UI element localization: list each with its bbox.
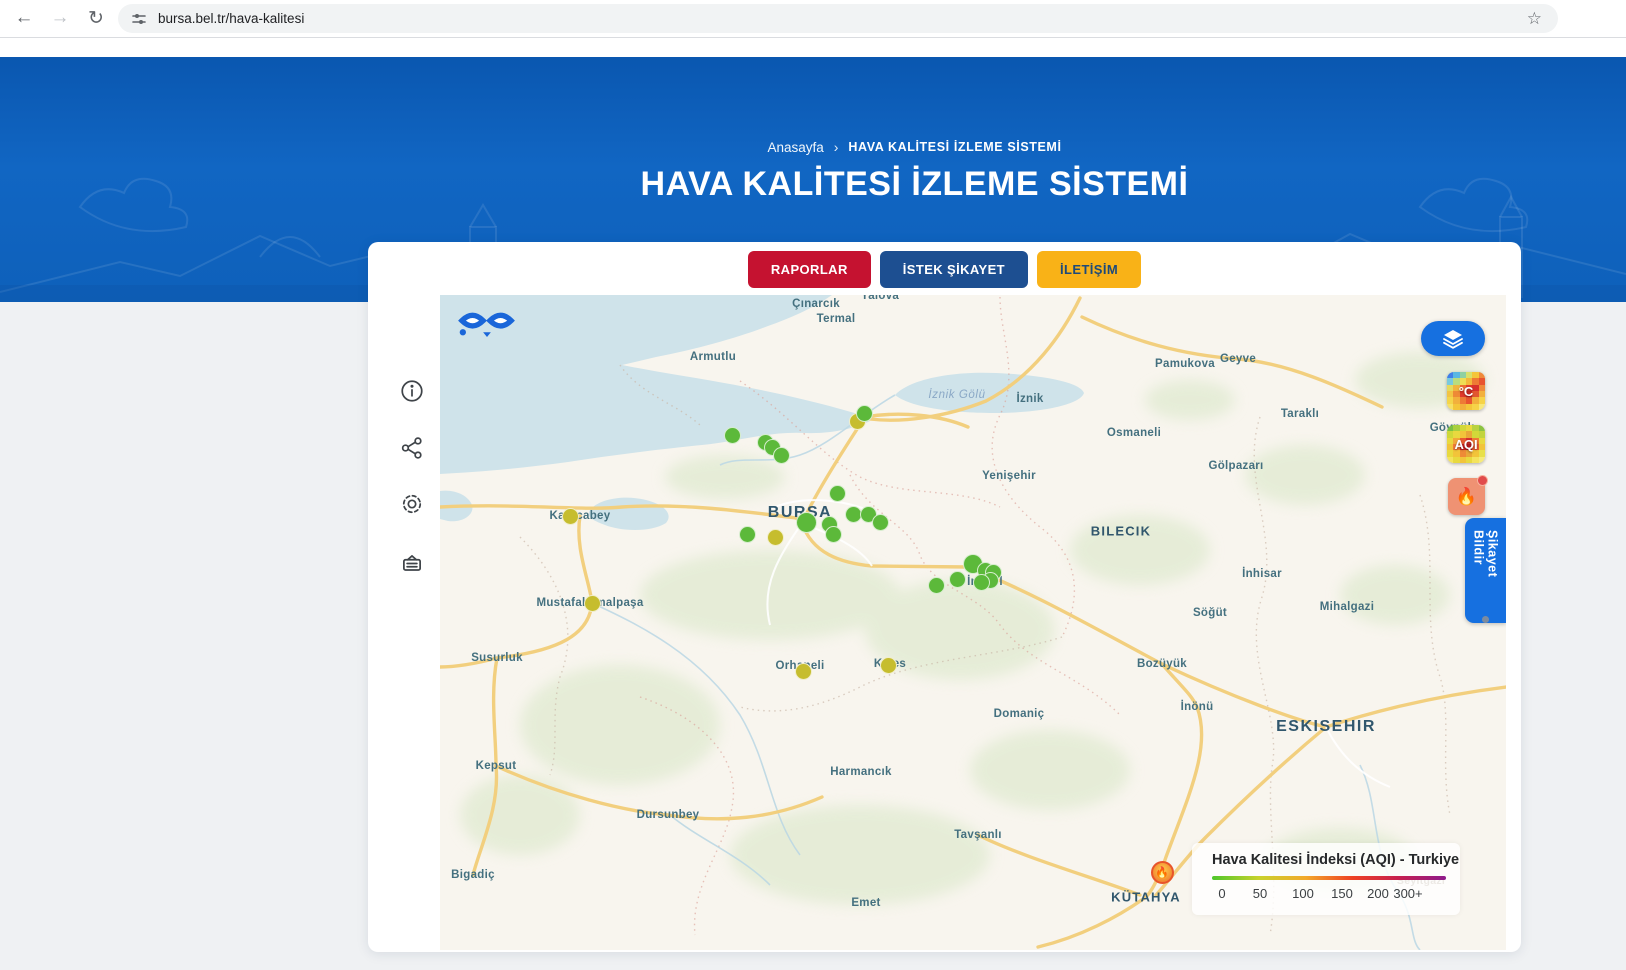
info-button[interactable] [399,378,425,404]
legend-tick: 300+ [1393,886,1422,901]
temperature-layer-label: °C [1447,372,1485,410]
aqi-station-marker[interactable] [739,526,756,543]
forward-button[interactable]: → [46,4,74,32]
bookmark-star-icon[interactable]: ☆ [1527,9,1542,29]
report-board-button[interactable] [399,550,425,576]
aqi-station-marker[interactable] [825,526,842,543]
eyes-logo-icon [458,307,516,341]
report-board-icon [399,550,425,576]
url-text: bursa.bel.tr/hava-kalitesi [158,11,304,26]
wildfire-marker[interactable]: 🔥 [1151,861,1174,884]
aqi-station-marker[interactable] [724,427,741,444]
map-logo [458,307,516,346]
temperature-layer-button[interactable]: °C [1447,372,1485,410]
legend-tick: 100 [1292,886,1314,901]
aqi-station-marker[interactable] [562,508,579,525]
map-side-tools [368,295,440,950]
hero-content: Anasayfa › HAVA KALİTESİ İZLEME SİSTEMİ … [338,57,1491,204]
reload-button[interactable]: ↻ [82,4,110,32]
info-icon [399,378,425,404]
action-buttons-row: RAPORLAR İSTEK ŞİKAYET İLETİŞİM [368,251,1521,288]
aqi-station-marker[interactable] [949,571,966,588]
aqi-legend: Hava Kalitesi İndeksi (AQI) - Turkiye 0 5… [1192,843,1460,915]
site-info-icon[interactable] [131,11,147,27]
aqi-layer-label: AQI [1447,425,1485,463]
breadcrumb-current: HAVA KALİTESİ İZLEME SİSTEMİ [848,140,1061,154]
breadcrumb-home-link[interactable]: Anasayfa [767,140,823,155]
share-icon [399,435,425,461]
back-button[interactable]: ← [10,4,38,32]
legend-tick: 50 [1253,886,1267,901]
settings-gear-icon [399,491,425,517]
aqi-layer-button[interactable]: AQI [1447,425,1485,463]
settings-button[interactable] [399,491,425,517]
legend-title: Hava Kalitesi İndeksi (AQI) - Turkiye [1212,852,1459,868]
map-canvas[interactable]: YalovaÇınarcıkTermalArmutluİznik Gölüİzn… [440,295,1506,950]
legend-gradient-bar [1212,876,1446,880]
aqi-station-marker[interactable] [795,663,812,680]
url-bar[interactable]: bursa.bel.tr/hava-kalitesi ☆ [118,4,1558,33]
raporlar-button[interactable]: RAPORLAR [748,251,871,288]
iletisim-button[interactable]: İLETİŞİM [1037,251,1141,288]
istek-sikayet-button[interactable]: İSTEK ŞİKAYET [880,251,1028,288]
complaint-tab-label: Şikayet Bildir [1472,530,1500,610]
aqi-station-marker[interactable] [928,577,945,594]
aqi-station-marker[interactable] [584,595,601,612]
legend-tick: 200 [1367,886,1389,901]
breadcrumb: Anasayfa › HAVA KALİTESİ İZLEME SİSTEMİ [338,139,1491,155]
browser-window: ← → ↻ bursa.bel.tr/hava-kalitesi ☆ [0,0,1626,970]
fire-layer-icon: 🔥 [1456,487,1477,507]
share-button[interactable] [399,435,425,461]
aqi-station-marker[interactable] [773,447,790,464]
aqi-station-marker[interactable] [796,512,817,533]
aqi-station-marker[interactable] [872,514,889,531]
fire-layer-button[interactable]: 🔥 [1448,478,1485,515]
fire-notification-dot [1477,475,1488,486]
breadcrumb-separator: › [834,139,839,155]
layers-button[interactable] [1421,321,1485,356]
legend-tick: 150 [1331,886,1353,901]
legend-tick: 0 [1218,886,1225,901]
page-title: HAVA KALİTESİ İZLEME SİSTEMİ [338,165,1491,204]
aqi-station-marker[interactable] [856,405,873,422]
complaint-tab-dot [1482,616,1489,623]
fire-icon: 🔥 [1155,866,1169,879]
complaint-report-tab[interactable]: Şikayet Bildir [1465,518,1506,623]
aqi-station-marker[interactable] [845,506,862,523]
aqi-station-marker[interactable] [973,574,990,591]
aqi-station-marker[interactable] [880,657,897,674]
content-card: RAPORLAR İSTEK ŞİKAYET İLETİŞİM [368,242,1521,952]
layers-icon [1441,327,1465,351]
browser-toolbar: ← → ↻ bursa.bel.tr/hava-kalitesi ☆ [0,0,1626,38]
aqi-station-marker[interactable] [829,485,846,502]
aqi-station-marker[interactable] [767,529,784,546]
